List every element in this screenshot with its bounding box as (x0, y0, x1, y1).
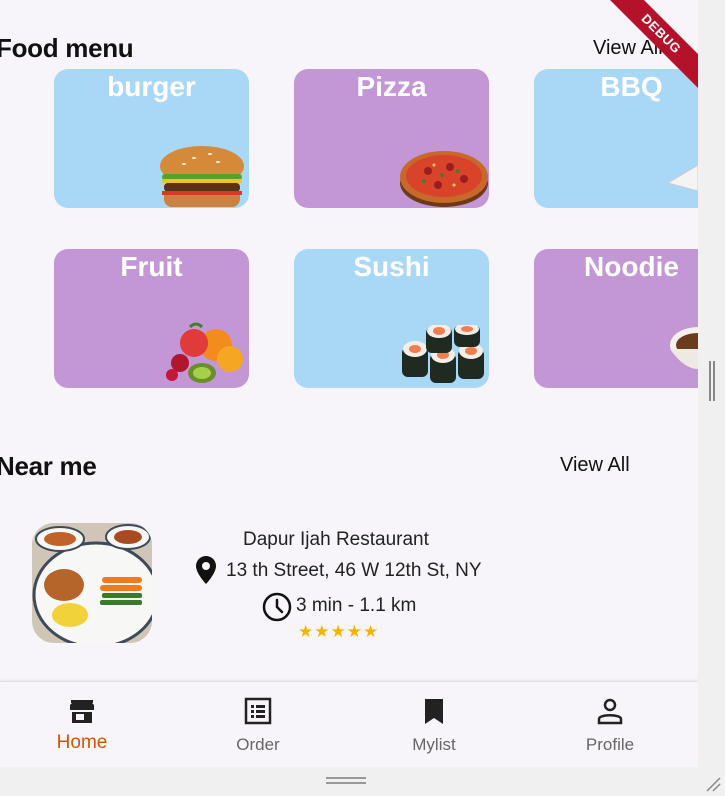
category-label: Fruit (120, 251, 183, 282)
rating-stars: ★★★★★ (298, 622, 380, 641)
location-pin-icon (196, 556, 216, 584)
restaurant-name: Dapur Ijah Restaurant (243, 529, 429, 550)
bbq-plate-image (668, 164, 698, 192)
noodle-bowl-image (670, 327, 698, 369)
list-icon (244, 697, 272, 725)
bookmark-icon (425, 699, 443, 724)
food-menu-title: Food menu (0, 33, 134, 63)
nav-item-home[interactable]: Home (22, 682, 142, 767)
nav-item-profile[interactable]: Profile (550, 682, 670, 767)
category-label: Noodie (584, 251, 679, 282)
nav-label-mylist: Mylist (412, 735, 456, 754)
sushi-image (402, 325, 484, 383)
app-screen: Food menu View All burger Pizza BBQ Frui… (0, 0, 698, 767)
burger-image (160, 146, 244, 207)
nav-item-order[interactable]: Order (198, 682, 318, 767)
nav-item-mylist[interactable]: Mylist (374, 682, 494, 767)
resize-grip-icon[interactable] (705, 776, 721, 792)
restaurant-address: 13 th Street, 46 W 12th St, NY (226, 560, 482, 581)
category-card-burger[interactable]: burger (54, 69, 249, 208)
category-card-fruit[interactable]: Fruit (54, 249, 249, 388)
category-label: Pizza (356, 71, 427, 102)
person-icon (597, 698, 623, 725)
horizontal-resize-handle[interactable] (326, 777, 366, 784)
category-card-bbq[interactable]: BBQ (534, 69, 698, 208)
category-label: Sushi (353, 251, 430, 282)
near-me-view-all-link[interactable]: View All (560, 454, 630, 477)
bottom-navigation-bar: Home Order Mylist Profile (0, 681, 698, 767)
category-card-noodie[interactable]: Noodie (534, 249, 698, 388)
category-card-pizza[interactable]: Pizza (294, 69, 489, 208)
fruit-image (166, 322, 243, 383)
near-me-title: Near me (0, 451, 97, 481)
food-view-all-link[interactable]: View All (593, 37, 663, 60)
pizza-image (400, 151, 488, 207)
clock-icon (262, 592, 292, 622)
category-label: burger (107, 71, 196, 102)
restaurant-time-distance: 3 min - 1.1 km (296, 595, 417, 616)
category-label: BBQ (600, 71, 663, 102)
store-icon (70, 700, 94, 723)
nav-label-home: Home (56, 732, 108, 753)
nav-label-order: Order (236, 735, 280, 754)
restaurant-image (32, 523, 152, 643)
nav-label-profile: Profile (585, 735, 635, 754)
category-card-sushi[interactable]: Sushi (294, 249, 489, 388)
vertical-resize-handle[interactable] (709, 361, 715, 401)
